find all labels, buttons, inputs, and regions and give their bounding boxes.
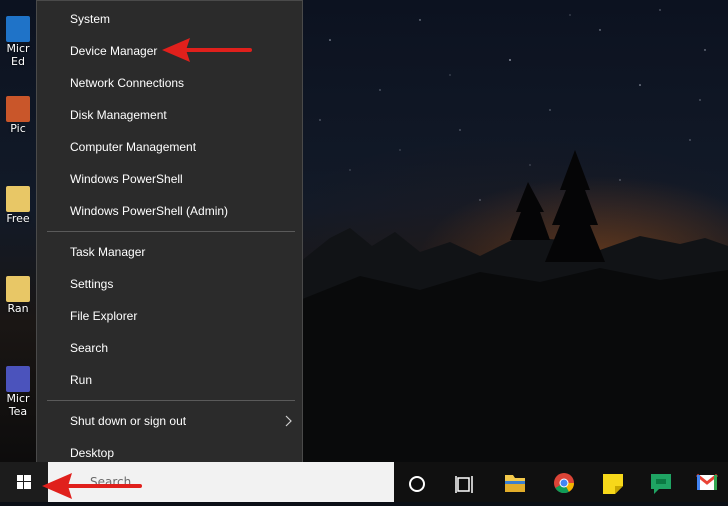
folder-icon bbox=[6, 186, 30, 212]
desktop-icon-label: Ran bbox=[7, 302, 29, 315]
desktop-icon-teams[interactable]: Micr Tea bbox=[0, 366, 36, 418]
menu-separator bbox=[47, 231, 295, 232]
desktop-icon-label: Free bbox=[6, 212, 30, 225]
file-explorer-icon bbox=[505, 475, 525, 492]
desktop-icon-label: Micr Tea bbox=[6, 392, 30, 418]
menu-separator bbox=[47, 400, 295, 401]
chrome-button[interactable] bbox=[541, 462, 587, 502]
menu-item-search[interactable]: Search bbox=[37, 333, 302, 363]
google-chat-button[interactable] bbox=[638, 462, 684, 502]
menu-item-device-manager[interactable]: Device Manager bbox=[37, 36, 302, 66]
teams-icon bbox=[6, 366, 30, 392]
menu-item-file-explorer[interactable]: File Explorer bbox=[37, 301, 302, 331]
picture-app-icon bbox=[6, 96, 30, 122]
folder-icon bbox=[6, 276, 30, 302]
gmail-button[interactable] bbox=[686, 462, 728, 502]
menu-item-system[interactable]: System bbox=[37, 4, 302, 34]
winx-context-menu: System Device Manager Network Connection… bbox=[36, 0, 303, 479]
file-explorer-button[interactable] bbox=[492, 462, 538, 502]
menu-item-disk-management[interactable]: Disk Management bbox=[37, 100, 302, 130]
menu-item-windows-powershell-admin[interactable]: Windows PowerShell (Admin) bbox=[37, 196, 302, 226]
menu-item-task-manager[interactable]: Task Manager bbox=[37, 237, 302, 267]
menu-item-shut-down[interactable]: Shut down or sign out bbox=[37, 406, 302, 436]
menu-item-settings[interactable]: Settings bbox=[37, 269, 302, 299]
gmail-icon bbox=[696, 473, 718, 490]
sticky-notes-icon bbox=[603, 474, 623, 494]
chrome-icon bbox=[554, 473, 575, 494]
task-view-button[interactable] bbox=[441, 462, 487, 502]
menu-item-computer-management[interactable]: Computer Management bbox=[37, 132, 302, 162]
hangouts-chat-icon bbox=[651, 474, 671, 494]
edge-icon bbox=[6, 16, 30, 42]
menu-item-network-connections[interactable]: Network Connections bbox=[37, 68, 302, 98]
taskbar-search-box[interactable]: Search bbox=[48, 462, 394, 502]
desktop-icon-ran[interactable]: Ran bbox=[0, 276, 36, 315]
menu-item-windows-powershell[interactable]: Windows PowerShell bbox=[37, 164, 302, 194]
menu-item-run[interactable]: Run bbox=[37, 365, 302, 395]
desktop-icon-free[interactable]: Free bbox=[0, 186, 36, 225]
menu-item-label: Shut down or sign out bbox=[70, 414, 187, 428]
desktop-icon-label: Micr Ed bbox=[6, 42, 30, 68]
windows-start-icon bbox=[17, 475, 31, 489]
cortana-circle-icon bbox=[409, 476, 425, 492]
chevron-right-icon bbox=[285, 415, 292, 427]
start-button[interactable] bbox=[0, 462, 48, 502]
task-view-icon bbox=[455, 476, 473, 493]
desktop-icon-edge[interactable]: Micr Ed bbox=[0, 16, 36, 68]
taskbar: Search bbox=[0, 462, 728, 502]
desktop-icon-pictures[interactable]: Pic bbox=[0, 96, 36, 135]
desktop-icon-label: Pic bbox=[10, 122, 26, 135]
sticky-notes-button[interactable] bbox=[590, 462, 636, 502]
cortana-button[interactable] bbox=[394, 462, 440, 502]
